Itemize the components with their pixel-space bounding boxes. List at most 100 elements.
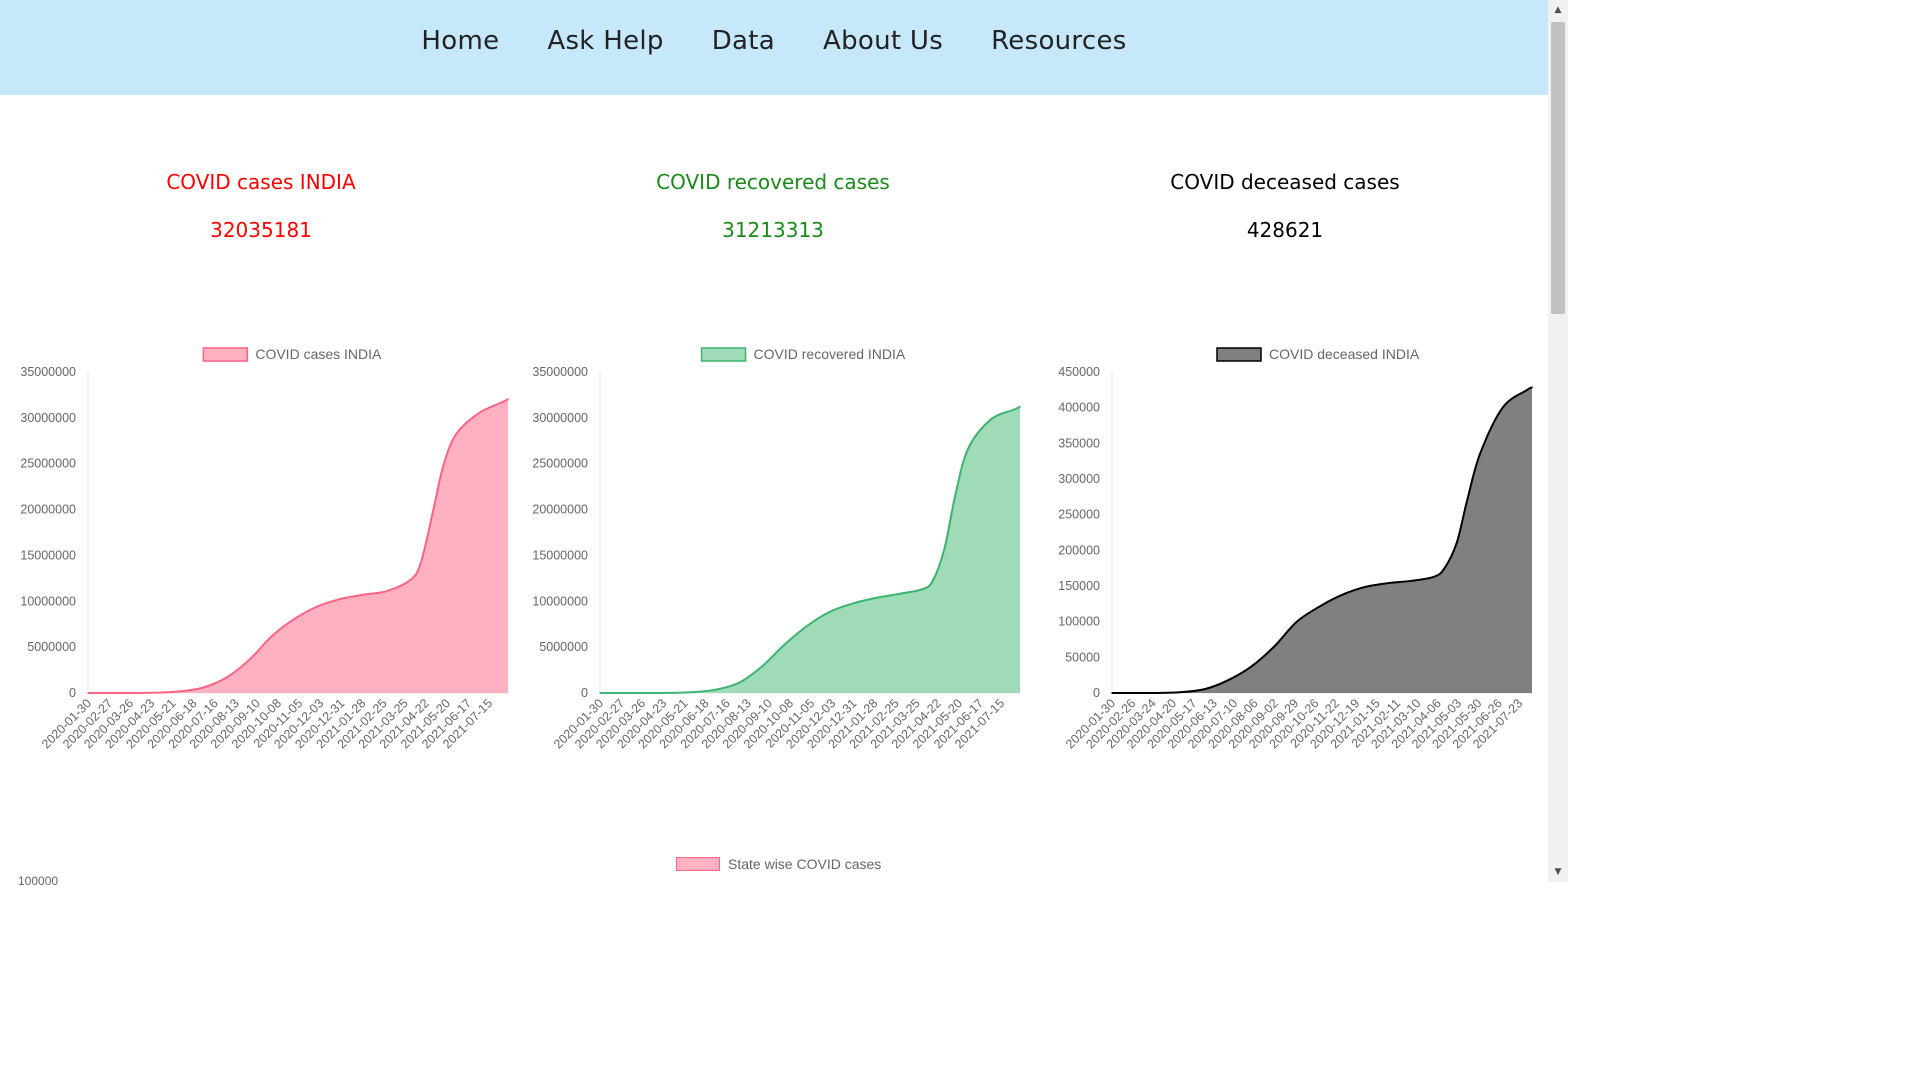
y-tick-label: 0 — [69, 686, 76, 700]
y-tick-label: 15000000 — [532, 548, 588, 562]
data-point — [477, 412, 480, 415]
legend-swatch — [700, 347, 747, 362]
data-point — [1295, 621, 1298, 623]
y-tick-label: 20000000 — [532, 503, 588, 517]
recovered-stat: COVID recovered cases 31213313 — [563, 170, 983, 242]
legend-label: COVID deceased INDIA — [1269, 346, 1420, 362]
data-point — [409, 579, 411, 581]
state-wise-y-tick: 100000 — [18, 874, 59, 888]
data-point — [1409, 580, 1412, 582]
scroll-up-arrow-icon[interactable]: ▲ — [1548, 2, 1568, 18]
y-tick-label: 150000 — [1058, 579, 1100, 593]
data-point — [1388, 582, 1391, 584]
legend-label: COVID cases INDIA — [255, 346, 382, 362]
deceased-chart: COVID deceased INDIA 0 50000 100000 150000 20… — [1058, 346, 1533, 751]
nav-resources-link[interactable]: Resources — [991, 26, 1126, 56]
y-tick-label: 30000000 — [20, 411, 76, 425]
nav-home-link[interactable]: Home — [421, 26, 499, 56]
data-point — [876, 596, 879, 599]
data-point — [1531, 386, 1533, 389]
nav-data-link[interactable]: Data — [712, 26, 775, 56]
scroll-down-arrow-icon[interactable]: ▼ — [1548, 864, 1568, 880]
data-point — [931, 580, 934, 582]
y-tick-label: 25000000 — [532, 457, 588, 471]
cases-stat-value: 32035181 — [210, 218, 312, 242]
data-point — [179, 690, 182, 693]
data-point — [249, 658, 251, 660]
data-point — [989, 418, 992, 421]
data-point — [295, 616, 297, 619]
data-point — [1525, 389, 1527, 392]
data-point — [341, 597, 343, 600]
data-point — [761, 665, 763, 668]
y-tick-label: 50000 — [1065, 650, 1100, 664]
y-tick-label: 10000000 — [20, 594, 76, 608]
data-point — [1019, 405, 1021, 408]
state-wise-legend-swatch — [676, 857, 720, 871]
data-point — [1134, 692, 1137, 694]
deceased-stat: COVID deceased cases 428621 — [1075, 170, 1495, 242]
data-point — [807, 624, 809, 626]
data-point — [271, 634, 274, 637]
data-point — [1111, 692, 1113, 694]
data-point — [501, 401, 503, 404]
page: Home Ask Help Data About Us Resources CO… — [0, 0, 1568, 888]
data-point — [897, 593, 900, 595]
y-tick-label: 5000000 — [27, 640, 76, 654]
recovered-chart: COVID recovered INDIA 0 5000000 10000000 150… — [532, 346, 1021, 751]
vertical-scrollbar[interactable]: ▲ ▼ — [1548, 0, 1568, 882]
data-point — [829, 610, 832, 613]
nav-ask-help-link[interactable]: Ask Help — [547, 26, 663, 56]
cases-stat: COVID cases INDIA 32035181 — [51, 170, 471, 242]
scrollbar-thumb[interactable] — [1551, 22, 1565, 314]
data-point — [1455, 542, 1458, 544]
data-point — [599, 692, 601, 694]
data-point — [967, 448, 969, 450]
legend-label: COVID recovered INDIA — [754, 346, 906, 362]
nav-about-us-link[interactable]: About Us — [823, 26, 943, 56]
data-point — [1180, 691, 1183, 693]
y-tick-label: 0 — [1093, 686, 1100, 700]
legend-swatch — [202, 347, 249, 362]
series-area — [1112, 387, 1532, 693]
data-point — [737, 682, 740, 684]
series-area — [88, 399, 508, 693]
data-point — [225, 676, 228, 679]
data-point — [419, 562, 422, 565]
cases-chart: COVID cases INDIA 0 5000000 10000000 1500000… — [20, 346, 509, 751]
data-point — [1365, 585, 1367, 588]
data-point — [202, 686, 205, 689]
y-tick-label: 250000 — [1058, 508, 1100, 522]
data-point — [921, 588, 923, 591]
navbar: Home Ask Help Data About Us Resources — [0, 0, 1548, 95]
data-point — [385, 590, 388, 592]
state-wise-legend[interactable]: State wise COVID cases — [676, 856, 881, 872]
data-point — [668, 692, 671, 694]
y-tick-label: 100000 — [1058, 615, 1100, 629]
y-tick-label: 20000000 — [20, 503, 76, 517]
y-tick-label: 10000000 — [532, 594, 588, 608]
data-point — [133, 692, 136, 694]
y-tick-label: 450000 — [1058, 365, 1100, 379]
data-point — [1013, 408, 1015, 411]
y-tick-label: 15000000 — [20, 548, 76, 562]
y-tick-label: 30000000 — [532, 411, 588, 425]
data-point — [1273, 645, 1275, 648]
data-point — [317, 605, 320, 607]
data-point — [1466, 499, 1468, 502]
data-point — [1249, 666, 1252, 668]
data-point — [110, 692, 113, 694]
data-point — [1433, 575, 1435, 578]
cases-stat-title: COVID cases INDIA — [166, 170, 356, 194]
data-point — [954, 495, 956, 497]
data-point — [1226, 679, 1229, 682]
data-point — [431, 512, 434, 515]
y-tick-label: 25000000 — [20, 457, 76, 471]
y-tick-label: 5000000 — [539, 640, 588, 654]
data-point — [507, 398, 509, 400]
data-point — [943, 547, 946, 549]
data-point — [645, 692, 648, 694]
y-tick-label: 400000 — [1058, 401, 1100, 415]
data-point — [1319, 605, 1321, 607]
recovered-stat-title: COVID recovered cases — [656, 170, 890, 194]
